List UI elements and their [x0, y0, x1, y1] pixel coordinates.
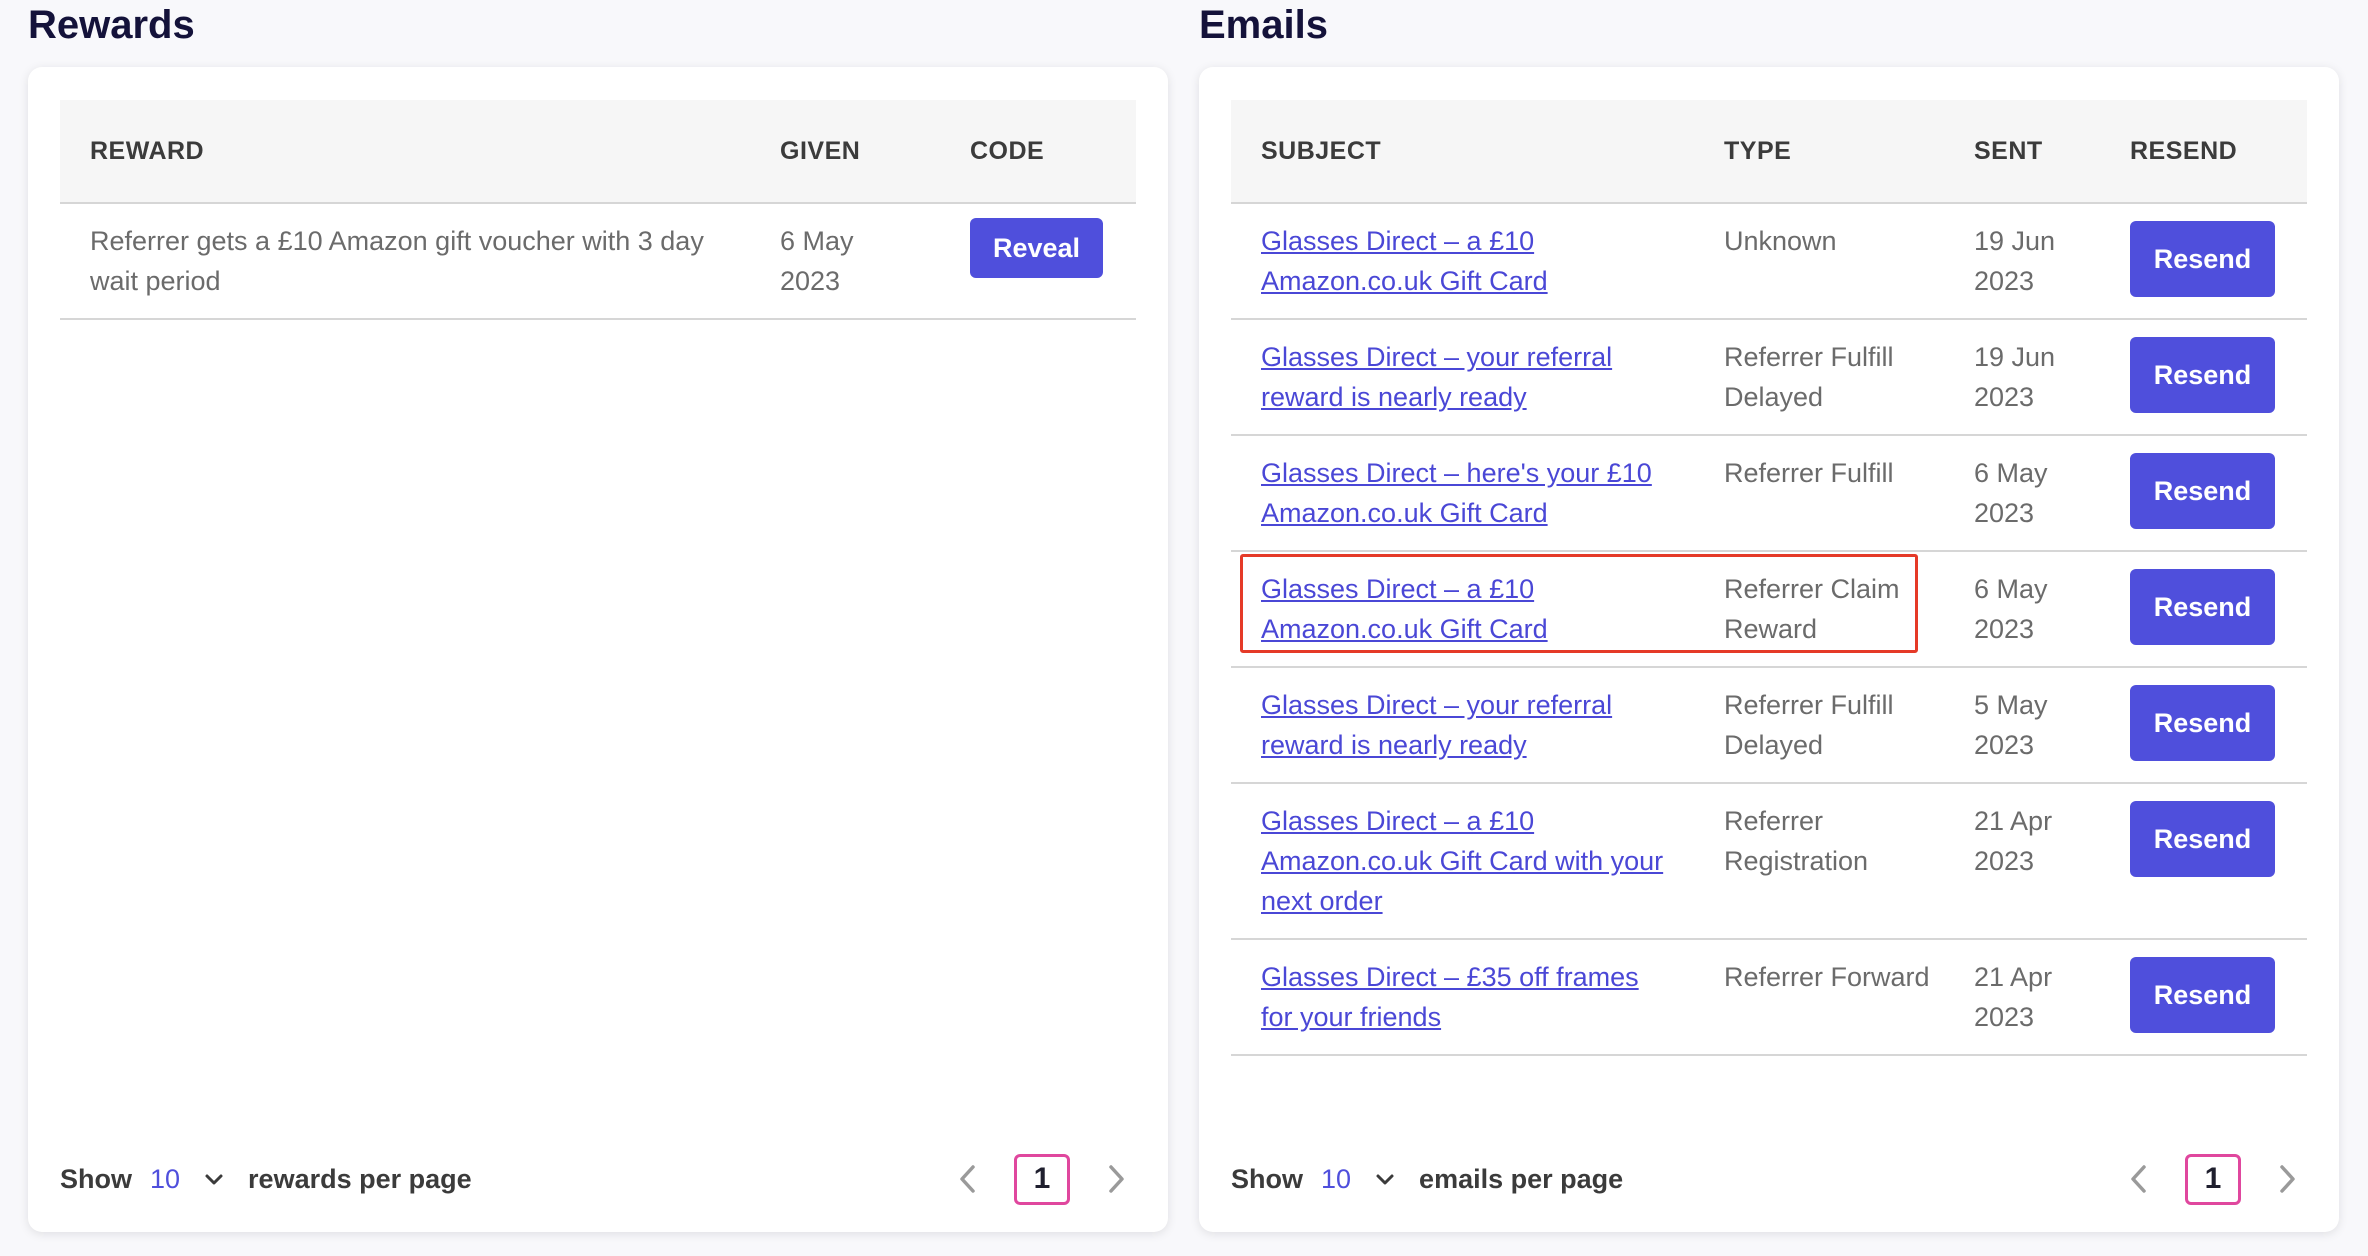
- current-page-button[interactable]: 1: [1014, 1153, 1070, 1205]
- rewards-title: Rewards: [28, 3, 195, 47]
- emails-card: SUBJECT TYPE SENT RESEND Glasses Direct …: [1199, 67, 2339, 1232]
- rewards-pagination-footer: Show 10 rewards per page 1: [60, 1149, 1136, 1209]
- email-subject-link[interactable]: Glasses Direct – your referral reward is…: [1261, 690, 1612, 760]
- column-header-reward: REWARD: [60, 100, 750, 204]
- email-sent-date: 21 Apr 2023: [1944, 939, 2100, 1056]
- rewards-card: REWARD GIVEN CODE Referrer gets a £10 Am…: [28, 67, 1168, 1232]
- rewards-pager: 1: [948, 1153, 1136, 1205]
- email-subject-link[interactable]: Glasses Direct – £35 off frames for your…: [1261, 962, 1639, 1032]
- email-subject-link[interactable]: Glasses Direct – here's your £10 Amazon.…: [1261, 458, 1652, 528]
- current-page-button[interactable]: 1: [2185, 1153, 2241, 1205]
- column-header-sent: SENT: [1944, 100, 2100, 204]
- table-row: Glasses Direct – a £10 Amazon.co.uk Gift…: [1231, 203, 2307, 320]
- email-type: Referrer Claim Reward: [1694, 551, 1944, 668]
- chevron-down-icon: [202, 1167, 226, 1191]
- email-sent-date: 6 May 2023: [1944, 551, 2100, 668]
- table-row: Glasses Direct – your referral reward is…: [1231, 319, 2307, 436]
- reveal-button[interactable]: Reveal: [970, 218, 1103, 278]
- rewards-per-page-select[interactable]: 10: [150, 1164, 226, 1195]
- emails-table: SUBJECT TYPE SENT RESEND Glasses Direct …: [1231, 100, 2307, 1056]
- email-subject-link[interactable]: Glasses Direct – a £10 Amazon.co.uk Gift…: [1261, 574, 1548, 644]
- email-sent-date: 5 May 2023: [1944, 667, 2100, 784]
- table-row: Referrer gets a £10 Amazon gift voucher …: [60, 203, 1136, 320]
- column-header-type: TYPE: [1694, 100, 1944, 204]
- per-page-value: 10: [1321, 1163, 1352, 1194]
- email-sent-date: 6 May 2023: [1944, 435, 2100, 552]
- table-row: Glasses Direct – a £10 Amazon.co.uk Gift…: [1231, 783, 2307, 940]
- column-header-resend: RESEND: [2100, 100, 2307, 204]
- email-type: Unknown: [1694, 203, 1944, 320]
- email-subject-link[interactable]: Glasses Direct – your referral reward is…: [1261, 342, 1612, 412]
- chevron-right-icon[interactable]: [1096, 1159, 1136, 1199]
- resend-button[interactable]: Resend: [2130, 453, 2275, 529]
- table-row: Glasses Direct – your referral reward is…: [1231, 667, 2307, 784]
- rewards-table: REWARD GIVEN CODE Referrer gets a £10 Am…: [60, 100, 1136, 320]
- per-page-value: 10: [150, 1163, 181, 1194]
- chevron-left-icon[interactable]: [948, 1159, 988, 1199]
- show-label: Show: [60, 1163, 132, 1194]
- email-type: Referrer Registration: [1694, 783, 1944, 940]
- column-header-subject: SUBJECT: [1231, 100, 1694, 204]
- email-sent-date: 19 Jun 2023: [1944, 203, 2100, 320]
- emails-title: Emails: [1199, 3, 1328, 47]
- chevron-left-icon[interactable]: [2119, 1159, 2159, 1199]
- column-header-code: CODE: [940, 100, 1136, 204]
- resend-button[interactable]: Resend: [2130, 801, 2275, 877]
- resend-button[interactable]: Resend: [2130, 685, 2275, 761]
- emails-pagination-footer: Show 10 emails per page 1: [1231, 1149, 2307, 1209]
- rewards-header-row: REWARD GIVEN CODE: [60, 100, 1136, 204]
- email-sent-date: 19 Jun 2023: [1944, 319, 2100, 436]
- chevron-right-icon[interactable]: [2267, 1159, 2307, 1199]
- email-sent-date: 21 Apr 2023: [1944, 783, 2100, 940]
- reward-given-date: 6 May 2023: [750, 203, 940, 320]
- table-row: Glasses Direct – £35 off frames for your…: [1231, 939, 2307, 1056]
- emails-pager: 1: [2119, 1153, 2307, 1205]
- chevron-down-icon: [1373, 1167, 1397, 1191]
- resend-button[interactable]: Resend: [2130, 957, 2275, 1033]
- emails-per-page-select[interactable]: 10: [1321, 1164, 1397, 1195]
- column-header-given: GIVEN: [750, 100, 940, 204]
- resend-button[interactable]: Resend: [2130, 569, 2275, 645]
- email-subject-link[interactable]: Glasses Direct – a £10 Amazon.co.uk Gift…: [1261, 226, 1548, 296]
- table-row: Glasses Direct – a £10 Amazon.co.uk Gift…: [1231, 551, 2307, 668]
- reward-description: Referrer gets a £10 Amazon gift voucher …: [60, 203, 750, 320]
- email-type: Referrer Forward: [1694, 939, 1944, 1056]
- emails-header-row: SUBJECT TYPE SENT RESEND: [1231, 100, 2307, 204]
- per-page-label: rewards per page: [248, 1163, 472, 1194]
- resend-button[interactable]: Resend: [2130, 221, 2275, 297]
- email-subject-link[interactable]: Glasses Direct – a £10 Amazon.co.uk Gift…: [1261, 806, 1663, 916]
- resend-button[interactable]: Resend: [2130, 337, 2275, 413]
- email-type: Referrer Fulfill Delayed: [1694, 319, 1944, 436]
- per-page-label: emails per page: [1419, 1163, 1624, 1194]
- email-type: Referrer Fulfill: [1694, 435, 1944, 552]
- show-label: Show: [1231, 1163, 1303, 1194]
- email-type: Referrer Fulfill Delayed: [1694, 667, 1944, 784]
- table-row: Glasses Direct – here's your £10 Amazon.…: [1231, 435, 2307, 552]
